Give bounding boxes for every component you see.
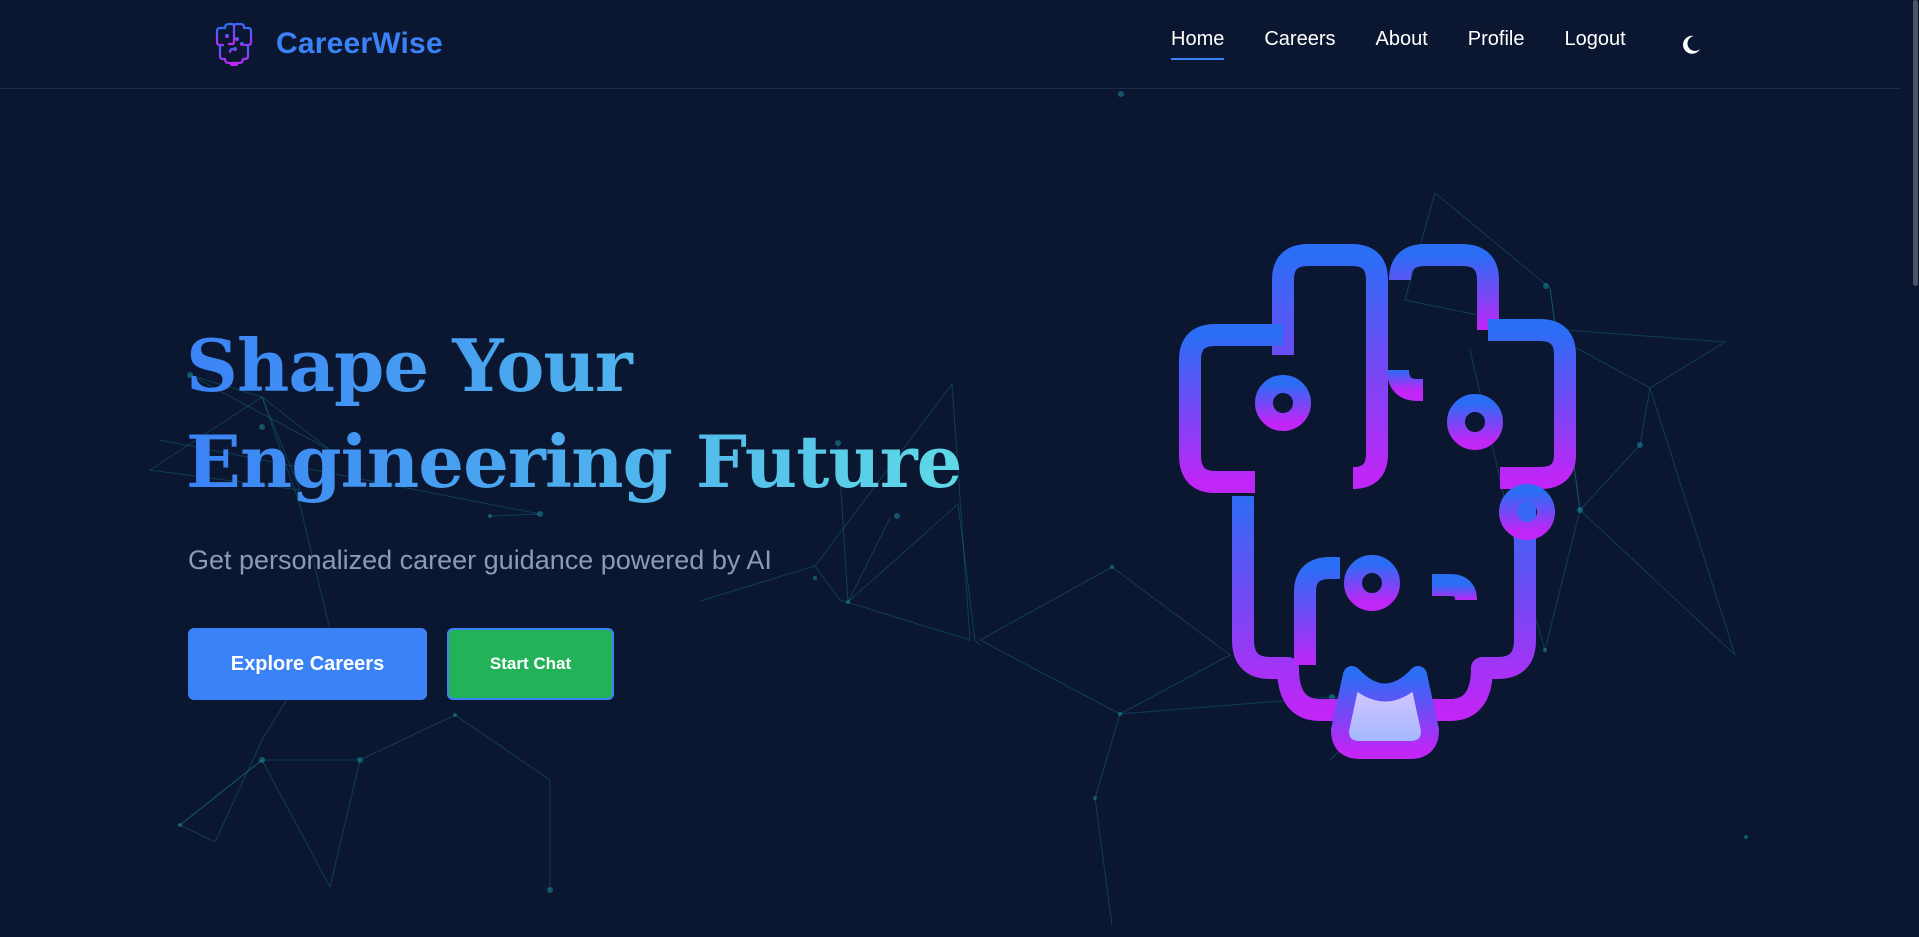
- explore-careers-button[interactable]: Explore Careers: [188, 628, 427, 700]
- nav-menu: Home Careers About Profile Logout: [1171, 28, 1666, 60]
- nav-careers-link[interactable]: Careers: [1264, 28, 1335, 56]
- hero-title-line-1: Shape Your: [186, 323, 632, 408]
- nav-about-link[interactable]: About: [1376, 28, 1428, 56]
- brand-name: CareerWise: [276, 27, 443, 60]
- nav-home-link[interactable]: Home: [1171, 28, 1225, 60]
- hero-subtitle: Get personalized career guidance powered…: [188, 545, 772, 575]
- nav-logout-link[interactable]: Logout: [1564, 28, 1625, 56]
- hero-title: Shape Your Engineering Future: [186, 318, 961, 510]
- page: CareerWise Home Careers About Profile Lo…: [0, 0, 1919, 937]
- nav-profile-link[interactable]: Profile: [1468, 28, 1525, 56]
- brain-circuit-icon: [1179, 244, 1576, 759]
- navbar: CareerWise Home Careers About Profile Lo…: [0, 0, 1900, 89]
- moon-icon: [1683, 35, 1700, 54]
- hero-title-line-2: Engineering Future: [186, 419, 962, 504]
- brand-home-link[interactable]: CareerWise: [210, 18, 443, 70]
- theme-toggle-button[interactable]: [1674, 30, 1708, 60]
- brain-logo-icon: [215, 22, 253, 66]
- start-chat-button[interactable]: Start Chat: [447, 628, 614, 700]
- page-scrollbar-thumb[interactable]: [1913, 0, 1918, 286]
